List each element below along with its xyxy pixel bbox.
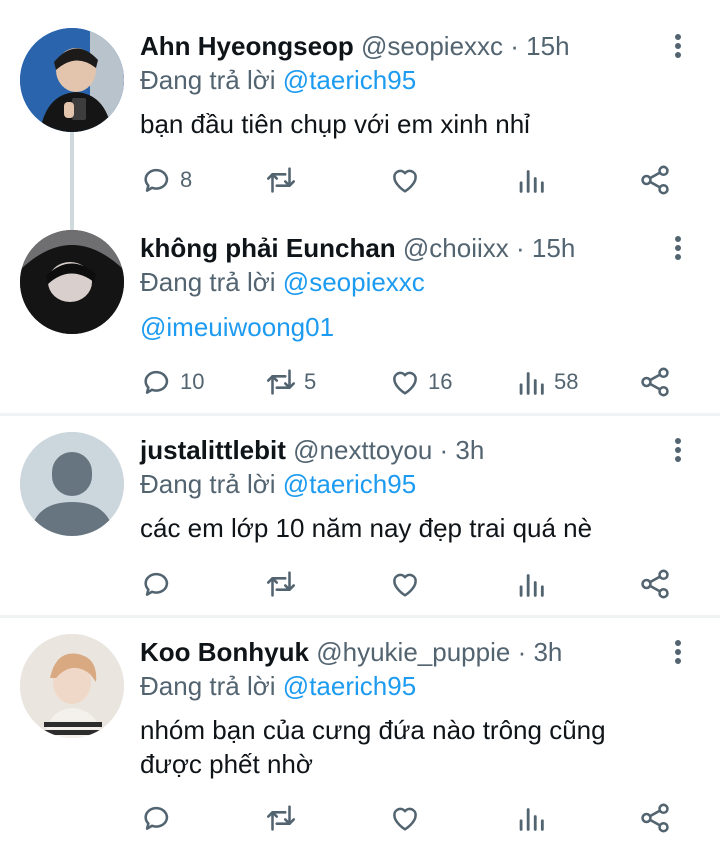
reply-count: 8 [180, 167, 193, 192]
retweet-icon [266, 805, 296, 831]
divider [0, 615, 720, 618]
like-button[interactable]: 16 [388, 362, 452, 402]
heart-icon [393, 807, 417, 831]
views-button[interactable] [514, 160, 554, 200]
views-button[interactable] [514, 798, 554, 838]
tweet-header: Koo Bonhyuk @hyukie_puppie · 3h [140, 634, 562, 670]
retweet-icon [266, 571, 296, 597]
reply-icon [144, 370, 169, 394]
username[interactable]: @seopiexxc [361, 31, 503, 61]
tweet-text[interactable]: @imeuiwoong01 [140, 310, 700, 344]
more-vertical-icon[interactable] [664, 28, 692, 64]
reply-button[interactable] [140, 564, 180, 604]
reply-button[interactable]: 8 [140, 160, 192, 200]
share-icon [641, 165, 669, 195]
reply-icon [144, 168, 169, 192]
retweet-icon [266, 369, 296, 395]
like-button[interactable] [388, 564, 428, 604]
mention-link[interactable]: @taerich95 [283, 65, 416, 95]
heart-icon [393, 169, 417, 193]
share-icon [641, 569, 669, 599]
like-count: 16 [428, 369, 453, 394]
display-name[interactable]: justalittlebit [140, 435, 286, 465]
replying-to-label: Đang trả lời [140, 469, 276, 499]
more-vertical-icon[interactable] [664, 634, 692, 670]
tweet-text: nhóm bạn của cưng đứa nào trông cũng đượ… [140, 715, 606, 779]
display-name[interactable]: Koo Bonhyuk [140, 637, 309, 667]
heart-icon [393, 573, 417, 597]
share-button[interactable] [638, 160, 672, 200]
retweet-count: 5 [304, 369, 317, 394]
share-button[interactable] [638, 362, 672, 402]
views-icon [519, 372, 544, 395]
tweet-header: Ahn Hyeongseop @seopiexxc · 15h [140, 28, 570, 64]
views-icon [519, 170, 544, 193]
mention-link[interactable]: @seopiexxc [283, 267, 425, 297]
retweet-icon [266, 167, 296, 193]
heart-icon [393, 371, 417, 395]
more-vertical-icon[interactable] [664, 432, 692, 468]
share-icon [641, 367, 669, 397]
reply-icon [144, 806, 169, 830]
retweet-button[interactable] [264, 160, 304, 200]
timestamp[interactable]: · 15h [510, 31, 569, 61]
more-vertical-icon[interactable] [664, 230, 692, 266]
replying-to: Đang trả lời @taerich95 [140, 668, 416, 704]
replying-to-label: Đang trả lời [140, 65, 276, 95]
retweet-button[interactable] [264, 798, 304, 838]
like-button[interactable] [388, 798, 428, 838]
replying-to: Đang trả lời @taerich95 [140, 62, 416, 98]
reply-count: 10 [180, 369, 205, 394]
display-name[interactable]: không phải Eunchan [140, 233, 396, 263]
username[interactable]: @choiixx [403, 233, 509, 263]
tweet-text: các em lớp 10 năm nay đẹp trai quá nè [140, 513, 593, 543]
thread-line [70, 130, 74, 230]
replying-to-label: Đang trả lời [140, 267, 276, 297]
replying-to-label: Đang trả lời [140, 671, 276, 701]
username[interactable]: @hyukie_puppie [316, 637, 510, 667]
replying-to: Đang trả lời @seopiexxc [140, 264, 425, 300]
tweet-header: không phải Eunchan @choiixx · 15h [140, 230, 575, 266]
retweet-button[interactable] [264, 564, 304, 604]
display-name[interactable]: Ahn Hyeongseop [140, 31, 354, 61]
avatar[interactable] [20, 28, 124, 132]
username[interactable]: @nexttoyou [293, 435, 432, 465]
timestamp[interactable]: · 3h [440, 435, 485, 465]
mention-link[interactable]: @taerich95 [283, 671, 416, 701]
replying-to: Đang trả lời @taerich95 [140, 466, 416, 502]
retweet-button[interactable]: 5 [264, 362, 316, 402]
timestamp[interactable]: · 3h [518, 637, 563, 667]
views-button[interactable]: 58 [514, 362, 578, 402]
avatar[interactable] [20, 230, 124, 334]
share-icon [641, 803, 669, 833]
reply-icon [144, 572, 169, 596]
tweet-header: justalittlebit @nexttoyou · 3h [140, 432, 484, 468]
tweet-text: bạn đầu tiên chụp với em xinh nhỉ [140, 109, 530, 139]
divider [0, 413, 720, 416]
share-button[interactable] [638, 798, 672, 838]
views-icon [519, 574, 544, 597]
like-button[interactable] [388, 160, 428, 200]
views-icon [519, 808, 544, 831]
avatar[interactable] [20, 432, 124, 536]
views-button[interactable] [514, 564, 554, 604]
mention-link[interactable]: @taerich95 [283, 469, 416, 499]
avatar[interactable] [20, 634, 124, 738]
timestamp[interactable]: · 15h [516, 233, 575, 263]
share-button[interactable] [638, 564, 672, 604]
views-count: 58 [554, 369, 579, 394]
reply-button[interactable] [140, 798, 180, 838]
reply-button[interactable]: 10 [140, 362, 204, 402]
